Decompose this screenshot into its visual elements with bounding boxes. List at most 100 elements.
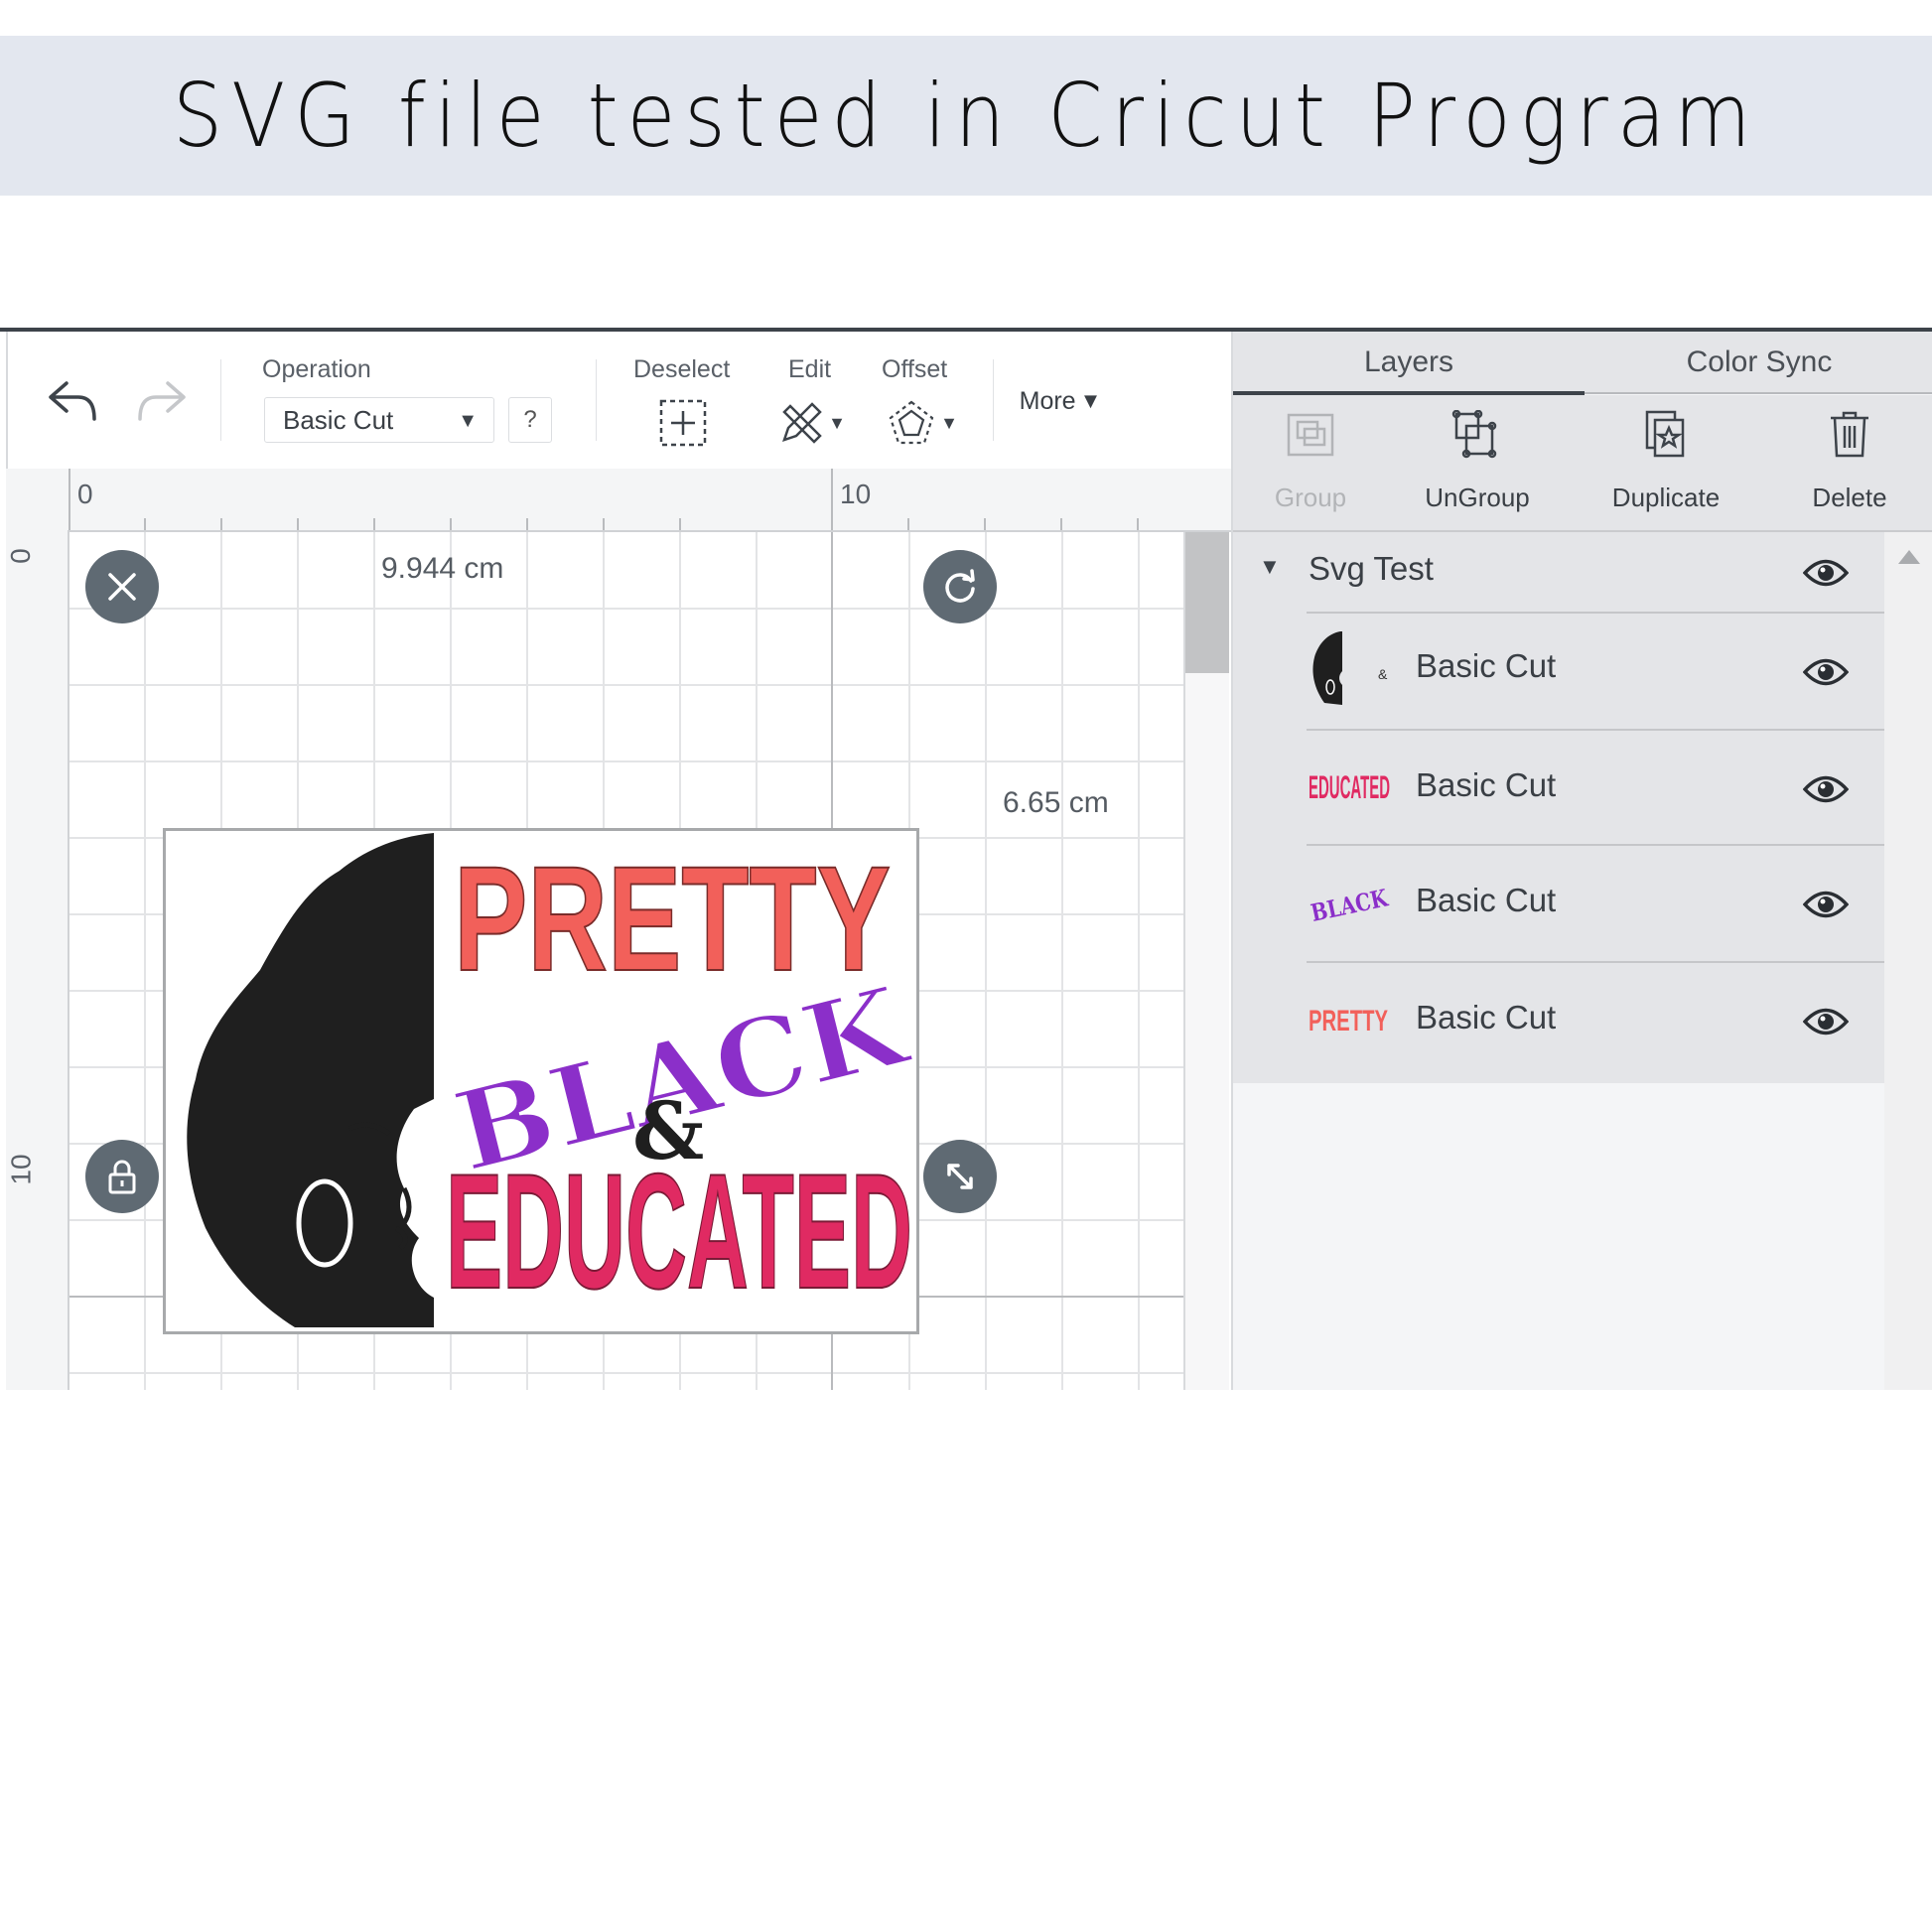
scroll-up-arrow-icon[interactable] [1898, 550, 1920, 564]
operation-value: Basic Cut [283, 404, 394, 435]
redo-button[interactable] [131, 371, 191, 431]
chevron-down-icon: ▼ [458, 410, 478, 432]
svg-text:&: & [1378, 666, 1388, 682]
layer-thumbnail: EDUCATED [1309, 768, 1392, 804]
layer-operation: Basic Cut [1416, 647, 1557, 684]
layer-row[interactable]: PRETTY Basic Cut [1233, 963, 1884, 1078]
visibility-eye-icon[interactable] [1803, 888, 1849, 921]
ruler-label-0: 0 [77, 479, 93, 509]
layer-operation: Basic Cut [1416, 999, 1557, 1035]
horizontal-ruler: 0 10 [6, 469, 1231, 532]
tab-layers[interactable]: Layers [1233, 332, 1585, 393]
offset-button[interactable]: ▼ [882, 397, 963, 449]
lock-proportions-button[interactable] [85, 1140, 159, 1213]
page-background [0, 1390, 1932, 1932]
educated-thumbnail-icon: EDUCATED [1309, 769, 1390, 804]
ruler-ticks [69, 469, 1139, 530]
group-button[interactable]: Group [1233, 395, 1388, 530]
layer-row[interactable]: EDUCATED Basic Cut [1233, 731, 1884, 846]
layer-row[interactable]: BLACK Basic Cut [1233, 846, 1884, 961]
visibility-eye-icon[interactable] [1803, 1005, 1849, 1038]
trash-icon [1831, 411, 1868, 458]
selected-design[interactable]: PRETTY BLACK & EDUCATED [163, 828, 921, 1334]
group-icon [1287, 413, 1334, 457]
undo-button[interactable] [44, 371, 103, 431]
offset-pentagon-icon [889, 400, 934, 445]
delete-selection-button[interactable] [85, 550, 159, 623]
visibility-eye-icon[interactable] [1803, 772, 1849, 806]
undo-arrow-icon [49, 381, 96, 421]
operation-help-button[interactable]: ? [508, 397, 552, 443]
vertical-ruler: 0 10 [4, 530, 69, 1394]
layers-list: ▼ Svg Test & Basic Cut EDUCATED Basic Cu… [1233, 532, 1884, 1083]
edit-button[interactable]: ▼ [772, 397, 850, 449]
close-icon [108, 573, 136, 601]
ungroup-label: UnGroup [1425, 483, 1530, 512]
layer-thumbnail: BLACK [1309, 882, 1392, 921]
rotate-icon [945, 569, 975, 603]
layer-thumbnail: PRETTY [1309, 1001, 1392, 1036]
ruler-label-0: 0 [4, 548, 36, 564]
banner-title: SVG file tested in Cricut Program [172, 65, 1760, 167]
toolbar-divider [220, 359, 221, 441]
toolbar-divider [993, 359, 994, 441]
layer-thumbnail: & [1309, 627, 1388, 709]
svg-text:PRETTY: PRETTY [1309, 1005, 1388, 1036]
layer-operation: Basic Cut [1416, 882, 1557, 918]
layers-panel: Layers Color Sync Group UnGroup Duplicat… [1231, 332, 1932, 1394]
cricut-app-window: Operation Basic Cut ▼ ? Deselect Edit ▼ … [0, 328, 1932, 1394]
chevron-down-icon: ▼ [940, 412, 958, 433]
delete-label: Delete [1812, 483, 1887, 512]
silhouette-thumbnail-icon: & [1312, 631, 1388, 705]
duplicate-icon [1645, 410, 1685, 458]
panel-tabs: Layers Color Sync [1233, 332, 1932, 395]
canvas-scrollbar-thumb[interactable] [1185, 532, 1229, 673]
rotate-handle[interactable] [923, 550, 997, 623]
layer-actions-bar: Group UnGroup Duplicate Delete [1233, 395, 1932, 532]
canvas-vertical-scrollbar[interactable] [1183, 532, 1229, 1394]
ruler-label-10: 10 [5, 1154, 37, 1185]
ungroup-button[interactable]: UnGroup [1388, 395, 1567, 530]
group-label: Group [1274, 483, 1347, 512]
delete-button[interactable]: Delete [1765, 395, 1932, 530]
top-toolbar: Operation Basic Cut ▼ ? Deselect Edit ▼ … [6, 332, 1233, 469]
duplicate-label: Duplicate [1611, 483, 1721, 512]
offset-label: Offset [882, 355, 948, 383]
ungroup-icon [1451, 410, 1497, 459]
title-banner: SVG file tested in Cricut Program [0, 36, 1932, 196]
deselect-icon [659, 399, 707, 447]
visibility-eye-icon[interactable] [1803, 655, 1849, 689]
expand-caret-icon[interactable]: ▼ [1259, 554, 1281, 580]
duplicate-button[interactable]: Duplicate [1567, 395, 1765, 530]
operation-select[interactable]: Basic Cut ▼ [264, 397, 494, 443]
visibility-eye-icon[interactable] [1803, 556, 1849, 590]
operation-label: Operation [262, 355, 371, 383]
deselect-label: Deselect [633, 355, 731, 383]
group-name: Svg Test [1309, 550, 1434, 587]
pencil-ruler-icon [782, 402, 822, 444]
layer-group-row[interactable]: ▼ Svg Test [1233, 532, 1884, 612]
svg-text:EDUCATED: EDUCATED [1309, 769, 1390, 804]
resize-arrows-icon [947, 1164, 973, 1189]
redo-arrow-icon [138, 381, 186, 421]
more-menu-button[interactable]: More ▼ [1011, 381, 1110, 421]
resize-handle[interactable] [923, 1140, 997, 1213]
edit-label: Edit [788, 355, 832, 383]
chevron-down-icon: ▼ [828, 412, 846, 433]
ruler-label-10: 10 [840, 479, 872, 509]
design-canvas[interactable]: PRETTY BLACK & EDUCATED 9.944 cm 6.65 cm [69, 532, 1183, 1394]
design-artwork: PRETTY BLACK & EDUCATED [187, 833, 921, 1327]
deselect-button[interactable] [655, 397, 711, 449]
more-label: More [1019, 386, 1076, 415]
pretty-thumbnail-icon: PRETTY [1309, 1005, 1388, 1036]
toolbar-divider [596, 359, 597, 441]
height-dimension: 6.65 cm [1003, 786, 1109, 819]
afro-silhouette [187, 833, 434, 1327]
tab-underline [1585, 392, 1932, 394]
design-text-educated: EDUCATED [446, 1140, 912, 1322]
lock-icon [108, 1160, 136, 1194]
panel-scrollbar[interactable] [1884, 532, 1932, 1394]
tab-color-sync[interactable]: Color Sync [1585, 332, 1932, 393]
layer-row[interactable]: & Basic Cut [1233, 614, 1884, 729]
svg-text:BLACK: BLACK [1309, 883, 1391, 921]
